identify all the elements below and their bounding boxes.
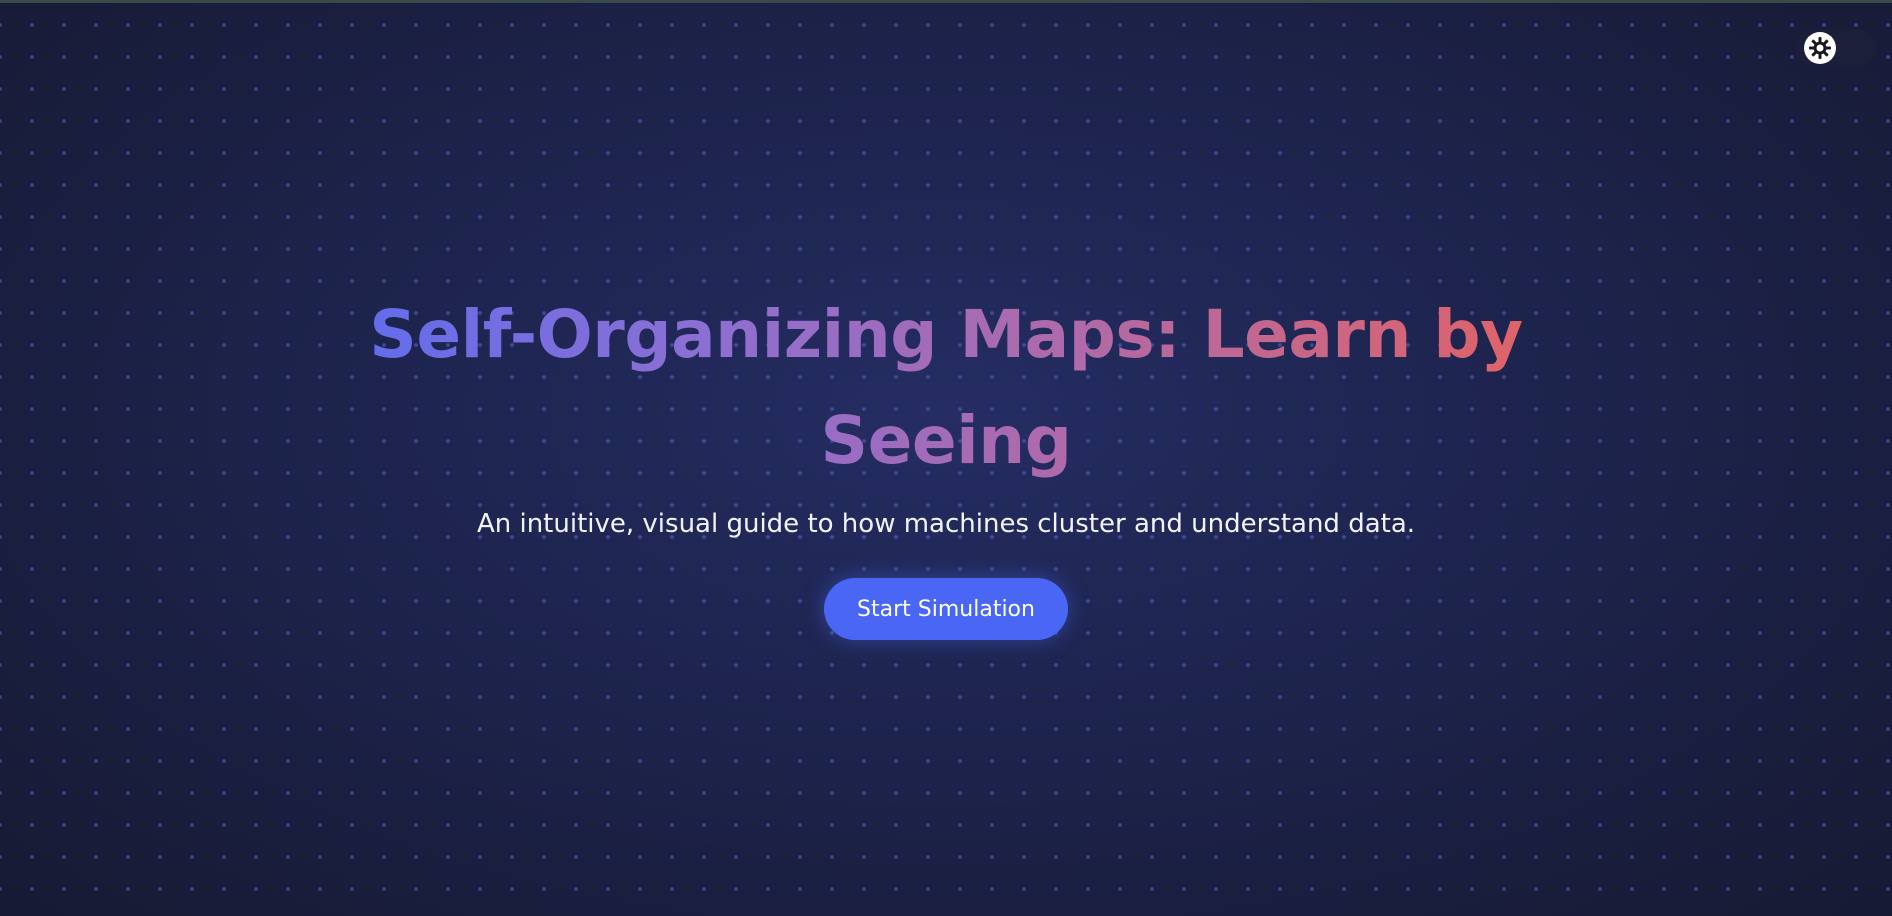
hero-subtitle: An intuitive, visual guide to how machin… (476, 509, 1416, 539)
toggle-knob (1804, 32, 1836, 64)
sun-icon (1809, 37, 1831, 59)
hero-title: Self-Organizing Maps: Learn by Seeing (296, 282, 1596, 494)
hero-section: Self-Organizing Maps: Learn by Seeing An… (0, 282, 1892, 640)
cta-container: Start Simulation (0, 578, 1892, 640)
theme-toggle[interactable] (1796, 29, 1876, 67)
start-simulation-button[interactable]: Start Simulation (824, 578, 1068, 640)
